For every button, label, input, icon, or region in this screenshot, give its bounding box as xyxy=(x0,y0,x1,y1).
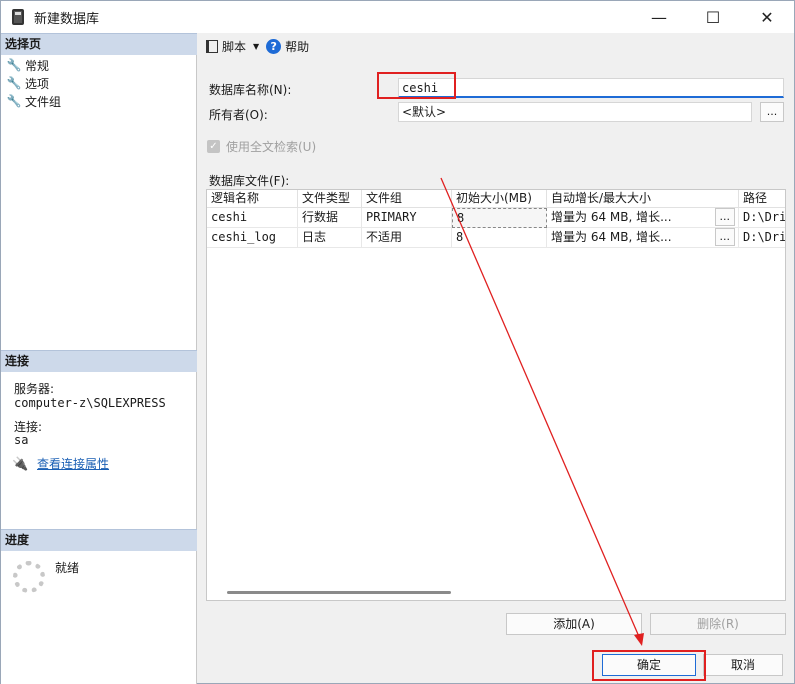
database-app-icon xyxy=(12,9,24,25)
wrench-icon: 🔧 xyxy=(6,94,22,108)
script-button[interactable]: 脚本 ▼ xyxy=(206,38,262,55)
script-icon xyxy=(206,39,218,53)
initial-size-cell[interactable]: 8 xyxy=(452,208,547,228)
annotation-box-db-name xyxy=(377,72,456,99)
page-item-filegroups[interactable]: 🔧 文件组 xyxy=(7,92,61,110)
autogrowth-browse-button[interactable]: ... xyxy=(714,228,735,246)
grid-header: 逻辑名称 文件类型 文件组 初始大小(MB) 自动增长/最大大小 路径 xyxy=(207,190,785,208)
add-button[interactable]: 添加(A) xyxy=(506,613,642,635)
path-cell: D:\Dri xyxy=(739,208,785,228)
page-item-general[interactable]: 🔧 常规 xyxy=(7,56,49,74)
progress-status: 就绪 xyxy=(55,561,80,575)
cancel-button[interactable]: 取消 xyxy=(703,654,783,676)
annotation-box-ok xyxy=(592,650,706,681)
chevron-down-icon[interactable]: ▼ xyxy=(253,42,259,51)
db-name-label: 数据库名称(N): xyxy=(209,83,292,97)
path-cell: D:\Dri xyxy=(739,228,785,248)
owner-label: 所有者(O): xyxy=(209,108,268,122)
database-files-grid[interactable]: 逻辑名称 文件类型 文件组 初始大小(MB) 自动增长/最大大小 路径 cesh… xyxy=(206,189,786,601)
page-item-options[interactable]: 🔧 选项 xyxy=(7,74,49,92)
table-row[interactable]: ceshi 行数据 PRIMARY 8 增量为 64 MB, 增长... ...… xyxy=(207,208,785,228)
help-label: 帮助 xyxy=(285,39,310,54)
fulltext-checkbox-row[interactable]: ✓ 使用全文检索(U) xyxy=(207,138,316,155)
logical-name-cell[interactable]: ceshi_log xyxy=(207,228,298,248)
logical-name-cell[interactable]: ceshi xyxy=(207,208,298,228)
connection-value: sa xyxy=(14,433,29,447)
filegroup-cell: 不适用 xyxy=(362,228,452,248)
fulltext-label: 使用全文检索(U) xyxy=(226,140,317,154)
wrench-icon: 🔧 xyxy=(6,76,22,90)
connection-header: 连接 xyxy=(1,350,197,372)
wrench-icon: 🔧 xyxy=(6,58,22,72)
progress-header: 进度 xyxy=(1,529,197,551)
fulltext-checkbox[interactable]: ✓ xyxy=(207,140,220,153)
plug-icon: 🔌 xyxy=(12,457,29,472)
database-files-label: 数据库文件(F): xyxy=(209,174,290,188)
close-button[interactable]: ✕ xyxy=(740,1,794,33)
maximize-button[interactable]: ☐ xyxy=(686,1,740,33)
page-item-label: 常规 xyxy=(25,58,50,73)
column-header[interactable]: 初始大小(MB) xyxy=(452,190,547,208)
file-type-cell: 行数据 xyxy=(298,208,362,228)
progress-spinner-icon xyxy=(13,561,45,593)
owner-browse-button[interactable]: ... xyxy=(760,102,784,122)
window-title: 新建数据库 xyxy=(34,10,100,26)
page-item-label: 选项 xyxy=(25,76,50,91)
column-header[interactable]: 路径 xyxy=(739,190,785,208)
column-header[interactable]: 逻辑名称 xyxy=(207,190,298,208)
script-label: 脚本 xyxy=(222,39,247,54)
help-button[interactable]: ? 帮助 xyxy=(266,38,309,55)
column-header[interactable]: 文件组 xyxy=(362,190,452,208)
server-value: computer-z\SQLEXPRESS xyxy=(14,396,166,410)
table-row[interactable]: ceshi_log 日志 不适用 8 增量为 64 MB, 增长... ... … xyxy=(207,228,785,248)
autogrowth-value: 增量为 64 MB, 增长... xyxy=(551,210,672,224)
file-type-cell: 日志 xyxy=(298,228,362,248)
view-connection-properties-link[interactable]: 查看连接属性 xyxy=(37,455,109,472)
page-item-label: 文件组 xyxy=(25,94,62,109)
server-label: 服务器: xyxy=(14,382,55,396)
autogrowth-cell: 增量为 64 MB, 增长... ... xyxy=(547,228,739,248)
horizontal-scrollbar[interactable] xyxy=(227,591,451,594)
new-database-dialog: 新建数据库 — ☐ ✕ 选择页 🔧 常规 🔧 选项 🔧 文件组 连接 服务器: … xyxy=(0,0,795,684)
select-page-header: 选择页 xyxy=(1,33,197,55)
title-bar: 新建数据库 — ☐ ✕ xyxy=(1,1,794,33)
initial-size-cell[interactable]: 8 xyxy=(452,228,547,248)
column-header[interactable]: 自动增长/最大大小 xyxy=(547,190,739,208)
remove-button[interactable]: 删除(R) xyxy=(650,613,786,635)
minimize-button[interactable]: — xyxy=(632,1,686,33)
help-icon: ? xyxy=(266,38,282,54)
autogrowth-value: 增量为 64 MB, 增长... xyxy=(551,230,672,244)
owner-input[interactable]: <默认> xyxy=(398,102,752,122)
column-header[interactable]: 文件类型 xyxy=(298,190,362,208)
window-controls: — ☐ ✕ xyxy=(632,1,794,33)
filegroup-cell: PRIMARY xyxy=(362,208,452,228)
toolbar: 脚本 ▼ ? 帮助 xyxy=(198,33,795,59)
autogrowth-browse-button[interactable]: ... xyxy=(714,208,735,226)
autogrowth-cell: 增量为 64 MB, 增长... ... xyxy=(547,208,739,228)
left-pane: 选择页 🔧 常规 🔧 选项 🔧 文件组 连接 服务器: computer-z\S… xyxy=(1,33,197,684)
